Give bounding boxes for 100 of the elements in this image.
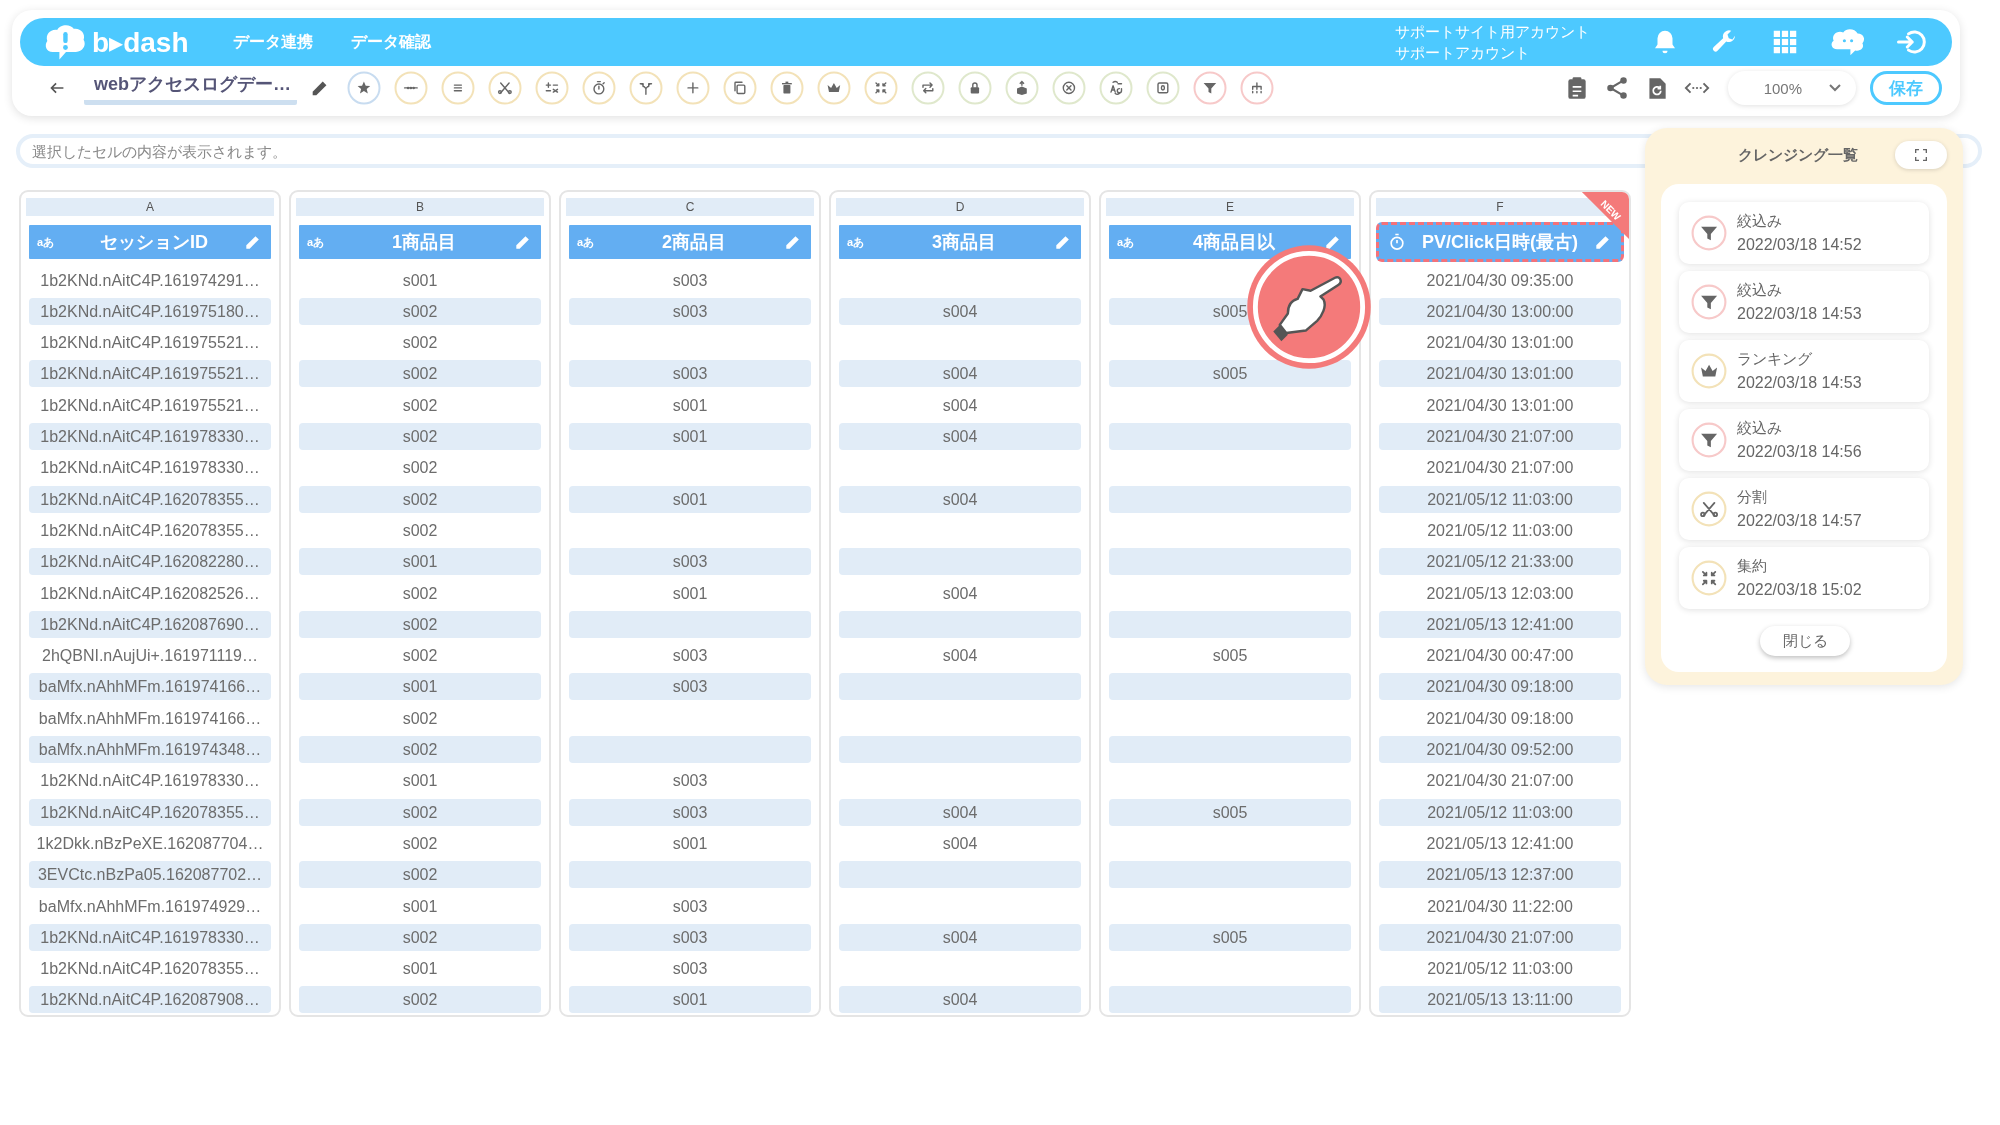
table-cell: s003 (569, 798, 811, 826)
type-label: aあ (307, 234, 326, 250)
table-cell: s005 (1109, 798, 1351, 826)
chat-bubble-icon[interactable] (1830, 27, 1866, 57)
table-cell-text: 1b2KNd.nAitC4P.161978330… (39, 771, 261, 792)
type-label: aあ (1117, 234, 1136, 250)
column-name: PV/Click日時(最古) (1421, 231, 1579, 255)
step-label: 絞込み (1737, 280, 1783, 300)
cleansing-step[interactable]: 絞込み 2022/03/18 14:52 (1679, 202, 1929, 264)
table-cell: s002 (299, 861, 541, 889)
table-cell: s001 (569, 423, 811, 451)
filter-icon (1691, 422, 1727, 458)
table-cell-text: baMfx.nAhhMFm.161974929… (37, 896, 263, 917)
table-cell-text: 1b2KNd.nAitC4P.162078355… (39, 520, 261, 541)
cleansing-step[interactable]: ランキング 2022/03/18 14:53 (1679, 340, 1929, 402)
table-cell: 2021/05/12 21:33:00 (1379, 548, 1621, 576)
table-cell: 2021/05/13 12:37:00 (1379, 861, 1621, 889)
table-cell-text: baMfx.nAhhMFm.161974166… (37, 708, 263, 729)
box-upload-icon[interactable] (1005, 71, 1039, 105)
table-cell-text: s002 (401, 708, 439, 729)
column-name: 1商品目 (391, 231, 457, 255)
share-icon[interactable] (1604, 75, 1630, 101)
table-cell-text: s001 (401, 771, 439, 792)
table-cell-text: 1b2KNd.nAitC4P.161978330… (39, 458, 261, 479)
logo-text: b▸dash (92, 25, 189, 59)
table-cell: s001 (569, 986, 811, 1014)
cleansing-step[interactable]: 絞込み 2022/03/18 14:56 (1679, 409, 1929, 471)
step-time: 2022/03/18 14:52 (1737, 235, 1862, 255)
table-cell: s003 (569, 548, 811, 576)
account-name: サポートサイト用アカウント (1395, 22, 1590, 42)
table-cell-text: s002 (401, 833, 439, 854)
cancel-icon[interactable] (1052, 71, 1086, 105)
cleansing-step[interactable]: 集約 2022/03/18 15:02 (1679, 547, 1929, 609)
table-cell-text: 2021/04/30 13:01:00 (1425, 395, 1575, 416)
logo-icon (44, 23, 88, 61)
compress-icon (1691, 560, 1727, 596)
table-cell: 1b2KNd.nAitC4P.162082280… (29, 548, 271, 576)
lines-icon[interactable] (441, 71, 475, 105)
compress-icon[interactable] (864, 71, 898, 105)
table-cell: 2021/04/30 21:07:00 (1379, 923, 1621, 951)
scissors-icon[interactable] (488, 71, 522, 105)
table-cell: s002 (299, 798, 541, 826)
table-cell: s003 (569, 360, 811, 388)
step-label: 絞込み (1737, 418, 1783, 438)
table-cell-text: s002 (401, 520, 439, 541)
swap-icon[interactable] (1099, 71, 1133, 105)
table-cell: s002 (299, 736, 541, 764)
column-letter: C (566, 198, 814, 216)
table-cell-text: 2hQBNI.nAujUi+.161971119… (41, 646, 259, 667)
table-cell: 1b2KNd.nAitC4P.161975521… (29, 360, 271, 388)
cleansing-step[interactable]: 分割 2022/03/18 14:57 (1679, 478, 1929, 540)
file-title[interactable]: webアクセスログデー… (84, 71, 297, 105)
table-cell: baMfx.nAhhMFm.161974166… (29, 673, 271, 701)
table-cell: 2021/05/13 12:41:00 (1379, 610, 1621, 638)
table-cell-text: s003 (671, 646, 709, 667)
lock-icon[interactable] (958, 71, 992, 105)
close-button[interactable]: 閉じる (1760, 626, 1850, 656)
crown-icon[interactable] (817, 71, 851, 105)
account-name: サポートアカウント (1395, 43, 1531, 63)
repeat-icon[interactable] (911, 71, 945, 105)
table-cell-text: s004 (941, 583, 979, 604)
trash-icon[interactable] (770, 71, 804, 105)
cleansing-step[interactable]: 絞込み 2022/03/18 14:53 (1679, 271, 1929, 333)
table-cell: s001 (569, 485, 811, 513)
step-time: 2022/03/18 14:57 (1737, 511, 1862, 531)
table-cell-text: 2021/04/30 13:01:00 (1425, 333, 1575, 354)
step-label: 分割 (1737, 487, 1768, 507)
plus-minus-icon[interactable] (535, 71, 569, 105)
column-letter: A (26, 198, 274, 216)
filter-icon[interactable] (1193, 71, 1227, 105)
plus-icon[interactable] (676, 71, 710, 105)
hierarchy-icon[interactable] (1240, 71, 1274, 105)
panel-title: クレンジング一覧 (1737, 145, 1859, 165)
table-cell: 1b2KNd.nAitC4P.161978330… (29, 423, 271, 451)
step-label: 集約 (1737, 556, 1768, 576)
expand-button[interactable] (1895, 141, 1947, 169)
table-cell-text: 1b2KNd.nAitC4P.162078355… (39, 959, 261, 980)
zoom-select[interactable]: 100% (1728, 71, 1856, 105)
table-cell: s002 (299, 360, 541, 388)
table-cell-text: 2021/05/12 11:03:00 (1426, 520, 1574, 541)
table-cell: s003 (569, 297, 811, 325)
table-cell-text: s001 (401, 959, 439, 980)
table-cell-text: s001 (671, 583, 709, 604)
table-cell-text: s005 (1211, 646, 1249, 667)
counter-icon[interactable] (1146, 71, 1180, 105)
table-cell-text: s003 (671, 270, 709, 291)
table-cell: 1b2KNd.nAitC4P.162087690… (29, 610, 271, 638)
fork-icon[interactable] (629, 71, 663, 105)
table-cell: s004 (839, 986, 1081, 1014)
table-cell: 2021/04/30 09:52:00 (1379, 736, 1621, 764)
table-cell-text: s001 (671, 833, 709, 854)
stopwatch-icon[interactable] (582, 71, 616, 105)
step-time: 2022/03/18 14:56 (1737, 442, 1862, 462)
copy-icon[interactable] (723, 71, 757, 105)
table-cell: 2021/05/13 13:11:00 (1379, 986, 1621, 1014)
table-cell-text: 1b2KNd.nAitC4P.161975521… (39, 333, 261, 354)
table-cell-text: 2021/04/30 21:07:00 (1425, 458, 1575, 479)
step-time: 2022/03/18 14:53 (1737, 304, 1862, 324)
table-cell: s003 (569, 673, 811, 701)
table-cell-text: 2021/04/30 00:47:00 (1425, 646, 1575, 667)
